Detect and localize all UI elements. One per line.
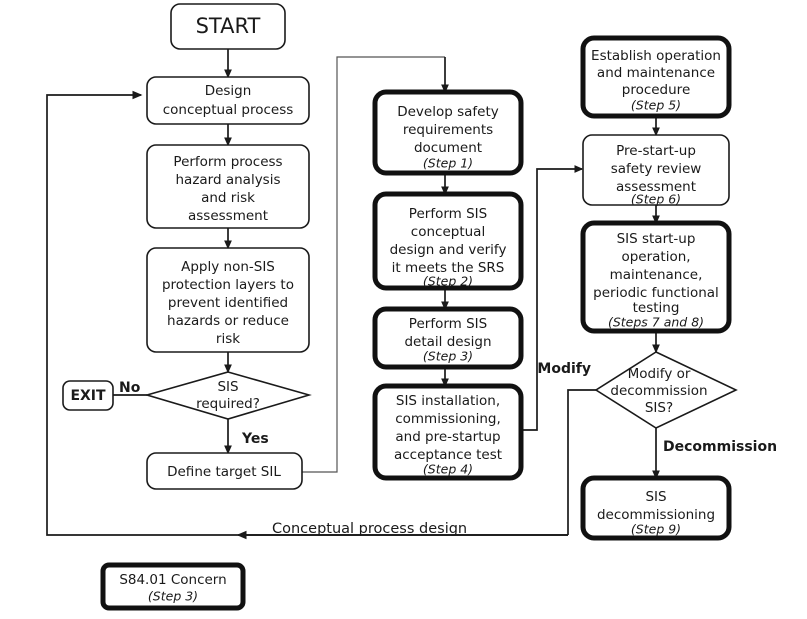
sis-startup-step: (Steps 7 and 8) — [608, 315, 704, 330]
design-conceptual-line-2: conceptual process — [163, 102, 294, 118]
edge-label-feedback: Conceptual process design — [272, 521, 467, 537]
modify-decommission-line-3: SIS? — [645, 400, 673, 416]
edge-label-decommission: Decommission — [663, 439, 777, 455]
node-sis-detail-design[interactable]: Perform SIS detail design (Step 3) — [372, 306, 524, 370]
node-legend-concern: S84.01 Concern (Step 3) — [100, 562, 246, 611]
node-sis-required-decision[interactable]: SIS required? — [144, 371, 312, 420]
operation-maintenance-line-2: and maintenance — [597, 65, 715, 81]
sis-detail-line-1: Perform SIS — [409, 316, 487, 332]
node-design-conceptual[interactable]: Design conceptual process — [146, 76, 310, 125]
protection-layers-line-3: prevent identified — [168, 295, 288, 311]
node-develop-srs[interactable]: Develop safety requirements document (St… — [372, 89, 524, 176]
develop-srs-line-3: document — [414, 140, 482, 156]
sis-conceptual-step: (Step 2) — [423, 274, 473, 289]
legend-concern-step: (Step 3) — [148, 589, 198, 604]
pre-startup-line-2: safety review — [611, 161, 702, 177]
pre-startup-step: (Step 6) — [631, 192, 681, 207]
hazard-analysis-line-1: Perform process — [173, 154, 282, 170]
sis-conceptual-line-2: conceptual — [411, 224, 485, 240]
edge-label-yes: Yes — [241, 431, 269, 447]
node-sis-decommissioning[interactable]: SIS decommissioning (Step 9) — [580, 475, 732, 541]
hazard-analysis-line-4: assessment — [188, 208, 268, 224]
sis-startup-line-2: operation, — [621, 249, 690, 265]
sis-conceptual-line-1: Perform SIS — [409, 206, 487, 222]
edge-label-modify: Modify — [537, 361, 591, 377]
sis-startup-line-3: maintenance, — [610, 267, 703, 283]
sis-installation-line-3: and pre-startup — [395, 429, 500, 445]
develop-srs-step: (Step 1) — [423, 156, 473, 171]
sis-detail-step: (Step 3) — [423, 349, 473, 364]
hazard-analysis-line-2: hazard analysis — [175, 172, 280, 188]
node-start[interactable]: START — [170, 3, 286, 50]
legend-concern-label: S84.01 Concern — [119, 572, 226, 588]
protection-layers-line-2: protection layers to — [162, 277, 294, 293]
sis-conceptual-line-3: design and verify — [390, 242, 507, 258]
node-sis-startup-operation[interactable]: SIS start-up operation, maintenance, per… — [580, 220, 732, 334]
node-define-target-sil[interactable]: Define target SIL — [146, 452, 303, 490]
node-operation-maintenance[interactable]: Establish operation and maintenance proc… — [580, 35, 732, 119]
sis-startup-line-4: periodic functional — [593, 285, 719, 301]
flowchart-canvas: START Design conceptual process Perform … — [46, 3, 777, 611]
design-conceptual-line-1: Design — [205, 83, 252, 99]
hazard-analysis-line-3: and risk — [201, 190, 255, 206]
protection-layers-line-5: risk — [216, 331, 240, 347]
sis-installation-step: (Step 4) — [423, 462, 473, 477]
node-sis-conceptual-design[interactable]: Perform SIS conceptual design and verify… — [372, 191, 524, 291]
sis-required-line-2: required? — [196, 396, 260, 412]
protection-layers-line-1: Apply non-SIS — [181, 259, 275, 275]
sis-decommissioning-step: (Step 9) — [631, 522, 681, 537]
node-modify-decommission-decision[interactable]: Modify or decommission SIS? — [594, 351, 738, 429]
operation-maintenance-line-3: procedure — [622, 82, 691, 98]
modify-decommission-line-2: decommission — [610, 383, 707, 399]
node-exit[interactable]: EXIT — [62, 380, 114, 411]
edge-label-no: No — [119, 380, 141, 396]
define-target-sil-label: Define target SIL — [167, 464, 281, 480]
start-label: START — [196, 14, 261, 38]
sis-required-line-1: SIS — [217, 379, 238, 395]
node-pre-startup-review[interactable]: Pre-start-up safety review assessment (S… — [582, 134, 730, 207]
operation-maintenance-line-1: Establish operation — [591, 48, 721, 64]
exit-label: EXIT — [70, 388, 106, 404]
connectors — [46, 49, 660, 540]
develop-srs-line-2: requirements — [403, 122, 493, 138]
sis-installation-line-2: commissioning, — [395, 411, 501, 427]
sis-installation-line-1: SIS installation, — [396, 393, 500, 409]
node-sis-installation[interactable]: SIS installation, commissioning, and pre… — [372, 383, 524, 481]
flowchart-diagram: START Design conceptual process Perform … — [0, 0, 807, 619]
node-protection-layers[interactable]: Apply non-SIS protection layers to preve… — [146, 247, 310, 353]
operation-maintenance-step: (Step 5) — [631, 98, 681, 113]
sis-decommissioning-line-1: SIS — [645, 489, 666, 505]
sis-startup-line-1: SIS start-up — [617, 231, 696, 247]
modify-decommission-line-1: Modify or — [628, 366, 691, 382]
node-hazard-analysis[interactable]: Perform process hazard analysis and risk… — [146, 144, 310, 229]
protection-layers-line-4: hazards or reduce — [167, 313, 289, 329]
pre-startup-line-1: Pre-start-up — [616, 143, 696, 159]
develop-srs-line-1: Develop safety — [397, 104, 499, 120]
